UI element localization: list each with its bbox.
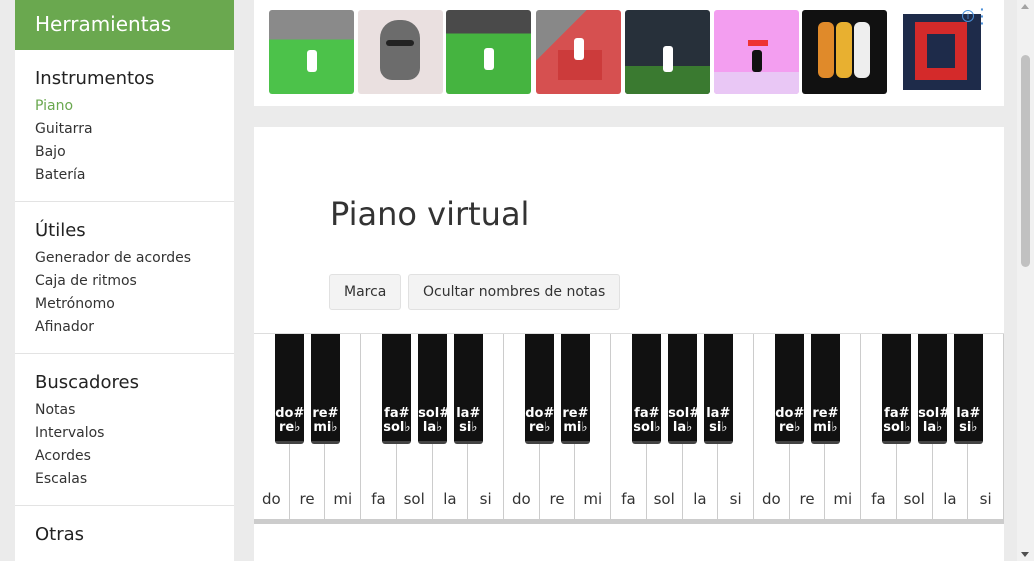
black-key-label: sol# la♭ [668, 407, 698, 435]
piano-black-key[interactable]: la# si♭ [703, 334, 733, 444]
white-key-label: sol [903, 490, 925, 508]
sidebar-item-caja-ritmos[interactable]: Caja de ritmos [35, 270, 214, 293]
ad-thumbnail[interactable] [714, 10, 799, 94]
white-key-label: do [262, 490, 281, 508]
white-key-label: do [762, 490, 781, 508]
section-instrumentos: Instrumentos Piano Guitarra Bajo Batería [15, 50, 234, 202]
white-key-label: la [693, 490, 707, 508]
black-key-label: do# re♭ [525, 407, 555, 435]
white-key-label: sol [653, 490, 675, 508]
white-key-label: re [299, 490, 315, 508]
white-key-label: re [799, 490, 815, 508]
black-key-label: do# re♭ [775, 407, 805, 435]
sidebar-item-bajo[interactable]: Bajo [35, 141, 214, 164]
piano-keyboard[interactable]: do re mi fa sol la si do re mi fa sol la si do re mi fa so… [254, 333, 1004, 526]
sidebar-item-metronomo[interactable]: Metrónomo [35, 293, 214, 316]
white-key-label: mi [833, 490, 853, 508]
black-key-label: fa# sol♭ [633, 407, 661, 435]
sidebar-item-acordes[interactable]: Acordes [35, 445, 214, 468]
mark-button[interactable]: Marca [329, 274, 402, 310]
piano-black-key[interactable]: sol# la♭ [918, 334, 948, 444]
more-options-icon[interactable]: · · · [980, 2, 985, 30]
black-key-label: fa# sol♭ [383, 407, 411, 435]
scroll-down-icon[interactable] [1021, 552, 1029, 557]
white-key-label: do [512, 490, 531, 508]
ad-box[interactable] [903, 14, 981, 90]
ad-thumbnail[interactable] [625, 10, 710, 94]
ad-thumbnail[interactable] [358, 10, 443, 94]
sidebar-item-guitarra[interactable]: Guitarra [35, 118, 214, 141]
black-key-label: la# si♭ [706, 407, 731, 435]
section-utiles: Útiles Generador de acordes Caja de ritm… [15, 202, 234, 354]
black-key-label: do# re♭ [275, 407, 305, 435]
page-scrollbar[interactable] [1017, 0, 1034, 561]
white-key-label: si [479, 490, 492, 508]
section-title: Buscadores [35, 372, 139, 393]
white-key-label: la [943, 490, 957, 508]
sidebar-item-afinador[interactable]: Afinador [35, 316, 214, 339]
sidebar-item-notas[interactable]: Notas [35, 399, 214, 422]
main-card: Piano virtual Marca Ocultar nombres de n… [254, 127, 1004, 561]
white-key-label: la [443, 490, 457, 508]
sidebar-header: Herramientas [15, 0, 234, 50]
piano-black-key[interactable]: la# si♭ [453, 334, 483, 444]
piano-black-key[interactable]: do# re♭ [275, 334, 305, 444]
piano-black-key[interactable]: sol# la♭ [418, 334, 448, 444]
white-key-label: sol [403, 490, 425, 508]
piano-black-key[interactable]: do# re♭ [775, 334, 805, 444]
ad-banner[interactable]: i · · · [254, 0, 1004, 106]
piano-black-key[interactable]: do# re♭ [525, 334, 555, 444]
sidebar-item-generador-acordes[interactable]: Generador de acordes [35, 247, 214, 270]
piano-footer [254, 525, 1004, 561]
sidebar-item-escalas[interactable]: Escalas [35, 468, 214, 491]
sidebar-item-intervalos[interactable]: Intervalos [35, 422, 214, 445]
ad-thumbnail[interactable] [802, 10, 887, 94]
black-key-label: re# mi♭ [562, 407, 589, 435]
black-key-label: fa# sol♭ [883, 407, 911, 435]
piano-black-key[interactable]: sol# la♭ [668, 334, 698, 444]
black-key-label: re# mi♭ [812, 407, 839, 435]
piano-black-key[interactable]: re# mi♭ [810, 334, 840, 444]
white-key-label: si [729, 490, 742, 508]
black-key-label: sol# la♭ [918, 407, 948, 435]
piano-black-key[interactable]: fa# sol♭ [632, 334, 662, 444]
white-key-label: mi [583, 490, 603, 508]
ad-thumbnail[interactable] [269, 10, 354, 94]
scroll-thumb[interactable] [1021, 55, 1030, 267]
white-key-label: re [549, 490, 565, 508]
piano-black-key[interactable]: fa# sol♭ [882, 334, 912, 444]
page-title: Piano virtual [330, 195, 530, 233]
piano-black-key[interactable]: re# mi♭ [310, 334, 340, 444]
sidebar-item-piano[interactable]: Piano [35, 95, 214, 118]
section-title: Útiles [35, 220, 86, 241]
ad-thumbnail[interactable] [446, 10, 531, 94]
section-buscadores: Buscadores Notas Intervalos Acordes Esca… [15, 354, 234, 506]
black-key-label: re# mi♭ [312, 407, 339, 435]
black-key-label: la# si♭ [456, 407, 481, 435]
black-key-label: sol# la♭ [418, 407, 448, 435]
piano-black-key[interactable]: la# si♭ [953, 334, 983, 444]
sidebar-item-bateria[interactable]: Batería [35, 164, 214, 187]
hide-note-names-button[interactable]: Ocultar nombres de notas [408, 274, 621, 310]
white-key-label: fa [621, 490, 636, 508]
piano-black-key[interactable]: re# mi♭ [560, 334, 590, 444]
ad-thumbnail[interactable] [536, 10, 621, 94]
scroll-up-icon[interactable] [1021, 4, 1029, 9]
section-otras: Otras [15, 506, 234, 561]
white-key-label: fa [871, 490, 886, 508]
black-key-label: la# si♭ [956, 407, 981, 435]
piano-black-key[interactable]: fa# sol♭ [382, 334, 412, 444]
section-title: Otras [35, 524, 85, 545]
sidebar: Herramientas Instrumentos Piano Guitarra… [15, 0, 234, 561]
white-key-label: si [979, 490, 992, 508]
white-key-label: fa [371, 490, 386, 508]
section-title: Instrumentos [35, 68, 155, 89]
info-icon[interactable]: i [962, 10, 974, 22]
white-key-label: mi [333, 490, 353, 508]
